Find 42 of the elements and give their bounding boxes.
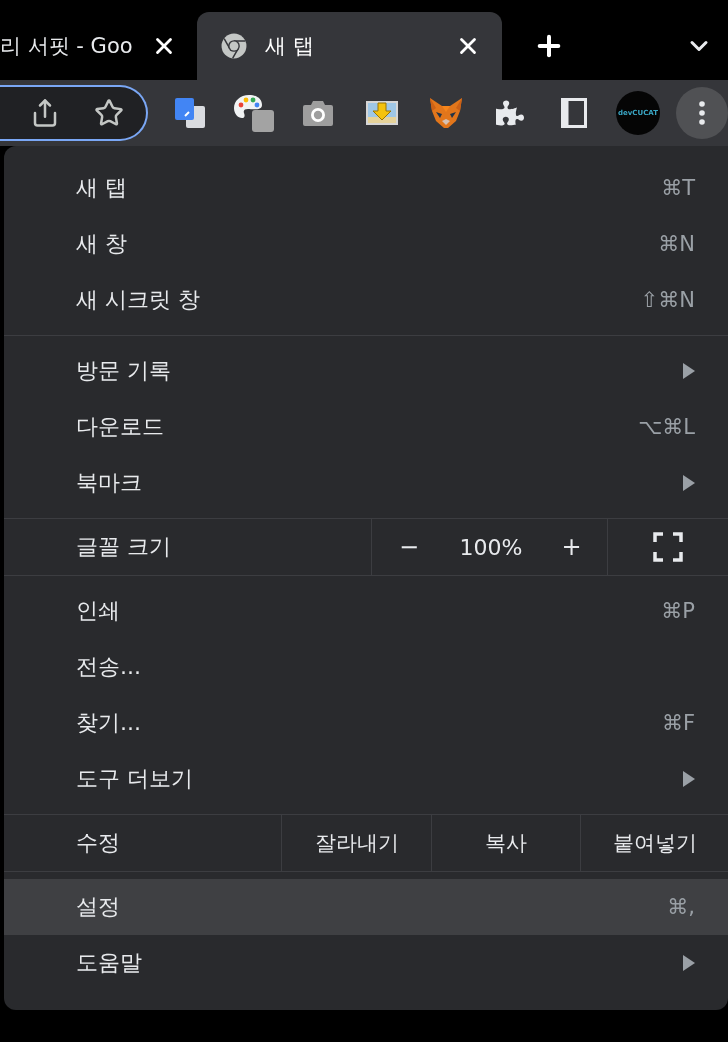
- zoom-label: 글꼴 크기: [76, 533, 171, 561]
- shortcut-text: ⌘N: [658, 232, 695, 256]
- zoom-level: 100%: [459, 534, 523, 560]
- zoom-in-button[interactable]: +: [553, 527, 590, 567]
- browser-tab[interactable]: 리 서핏 - Goo: [0, 12, 190, 80]
- star-icon: [94, 98, 124, 128]
- menu-item[interactable]: 방문 기록: [4, 343, 728, 399]
- tab-title: 새 탭: [265, 33, 315, 60]
- tab-title: 리 서핏 - Goo: [0, 33, 134, 60]
- menu-item[interactable]: 설정 ⌘,: [4, 879, 728, 935]
- menu-button[interactable]: [676, 87, 728, 139]
- address-bar[interactable]: [0, 85, 148, 141]
- shortcut-text: ⌘P: [661, 599, 695, 623]
- palette-icon: [233, 92, 275, 134]
- shortcut-text: ⌘F: [661, 711, 695, 735]
- menu-item[interactable]: 다운로드 ⌥⌘L: [4, 399, 728, 455]
- menu-item[interactable]: 도움말: [4, 935, 728, 991]
- edit-label: 수정: [76, 829, 120, 857]
- image-download-icon: [365, 100, 399, 126]
- more-vertical-icon: [699, 101, 705, 125]
- puzzle-icon: [496, 99, 524, 127]
- menu-item[interactable]: 새 탭 ⌘T: [4, 160, 728, 216]
- camera-icon: [302, 99, 334, 127]
- menu-item[interactable]: 새 시크릿 창 ⇧⌘N: [4, 272, 728, 328]
- fox-icon: [429, 97, 463, 129]
- bookmark-button[interactable]: [94, 98, 124, 128]
- shortcut-text: ⌘,: [667, 895, 695, 919]
- menu-item[interactable]: 전송...: [4, 639, 728, 695]
- menu-item[interactable]: 북마크: [4, 455, 728, 511]
- menu-item[interactable]: 찾기... ⌘F: [4, 695, 728, 751]
- menu-item[interactable]: 새 창 ⌘N: [4, 216, 728, 272]
- zoom-out-button[interactable]: −: [391, 527, 427, 567]
- two-tiles-icon: [174, 97, 206, 129]
- fullscreen-icon: [653, 532, 683, 562]
- menu-item[interactable]: 도구 더보기: [4, 751, 728, 807]
- side-panel-icon: [561, 98, 587, 128]
- menu-item[interactable]: 인쇄 ⌘P: [4, 583, 728, 639]
- browser-tab[interactable]: 새 탭: [197, 12, 502, 80]
- shortcut-text: ⌘T: [661, 176, 695, 200]
- circle-logo-icon: [221, 33, 247, 59]
- shortcut-text: ⌥⌘L: [638, 415, 695, 439]
- shortcut-text: ⇧⌘N: [640, 288, 695, 312]
